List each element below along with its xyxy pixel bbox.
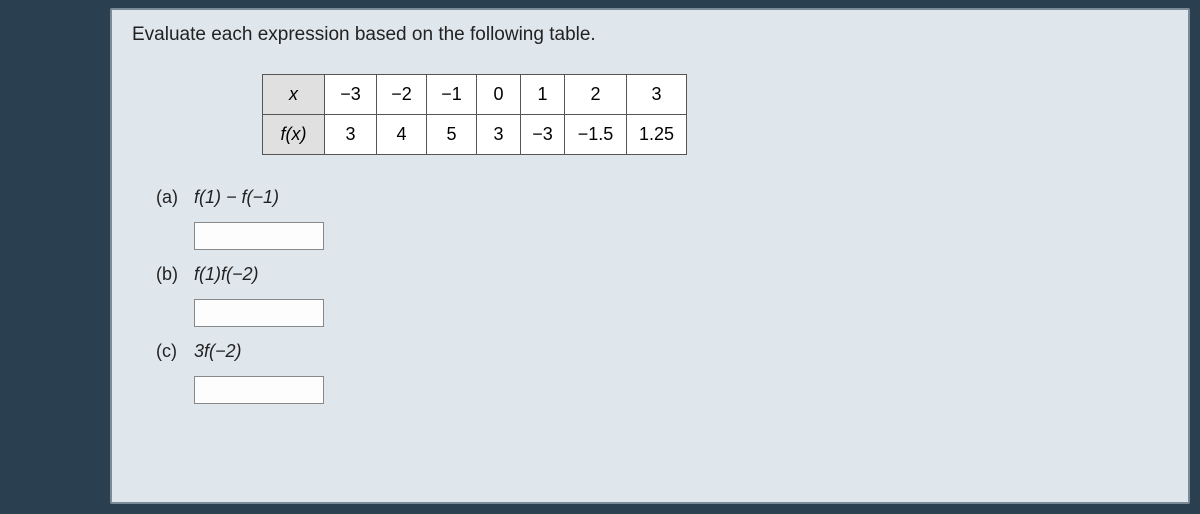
- table-row: f(x) 3 4 5 3 −3 −1.5 1.25: [263, 115, 687, 155]
- part-c: (c) 3f(−2): [156, 341, 1168, 404]
- part-b-label: (b): [156, 264, 194, 285]
- question-panel: Evaluate each expression based on the fo…: [110, 8, 1190, 504]
- part-a-expression: f(1) − f(−1): [194, 187, 279, 208]
- table-cell: 3: [627, 75, 687, 115]
- table-cell: 0: [477, 75, 521, 115]
- table-cell: 5: [427, 115, 477, 155]
- part-c-row: (c) 3f(−2): [156, 341, 1168, 362]
- part-b-row: (b) f(1)f(−2): [156, 264, 1168, 285]
- part-b-expression: f(1)f(−2): [194, 264, 259, 285]
- table-cell: 1.25: [627, 115, 687, 155]
- function-table-wrap: x −3 −2 −1 0 1 2 3 f(x) 3 4 5 3 −3 −1.5 …: [262, 74, 1168, 155]
- question-prompt: Evaluate each expression based on the fo…: [132, 24, 1168, 46]
- part-b: (b) f(1)f(−2): [156, 264, 1168, 327]
- part-a: (a) f(1) − f(−1): [156, 187, 1168, 250]
- table-cell: 3: [477, 115, 521, 155]
- row-header-fx: f(x): [263, 115, 325, 155]
- table-cell: −1: [427, 75, 477, 115]
- table-cell: 4: [377, 115, 427, 155]
- table-cell: −1.5: [565, 115, 627, 155]
- table-cell: 3: [325, 115, 377, 155]
- part-c-expression: 3f(−2): [194, 341, 242, 362]
- row-header-x: x: [263, 75, 325, 115]
- table-cell: −3: [325, 75, 377, 115]
- part-c-label: (c): [156, 341, 194, 362]
- table-row: x −3 −2 −1 0 1 2 3: [263, 75, 687, 115]
- table-cell: 1: [521, 75, 565, 115]
- parts-container: (a) f(1) − f(−1) (b) f(1)f(−2) (c) 3f(−2…: [156, 187, 1168, 404]
- function-table: x −3 −2 −1 0 1 2 3 f(x) 3 4 5 3 −3 −1.5 …: [262, 74, 687, 155]
- part-b-answer-input[interactable]: [194, 299, 324, 327]
- part-c-answer-input[interactable]: [194, 376, 324, 404]
- part-a-label: (a): [156, 187, 194, 208]
- part-a-answer-input[interactable]: [194, 222, 324, 250]
- table-cell: −2: [377, 75, 427, 115]
- table-cell: −3: [521, 115, 565, 155]
- part-a-row: (a) f(1) − f(−1): [156, 187, 1168, 208]
- table-cell: 2: [565, 75, 627, 115]
